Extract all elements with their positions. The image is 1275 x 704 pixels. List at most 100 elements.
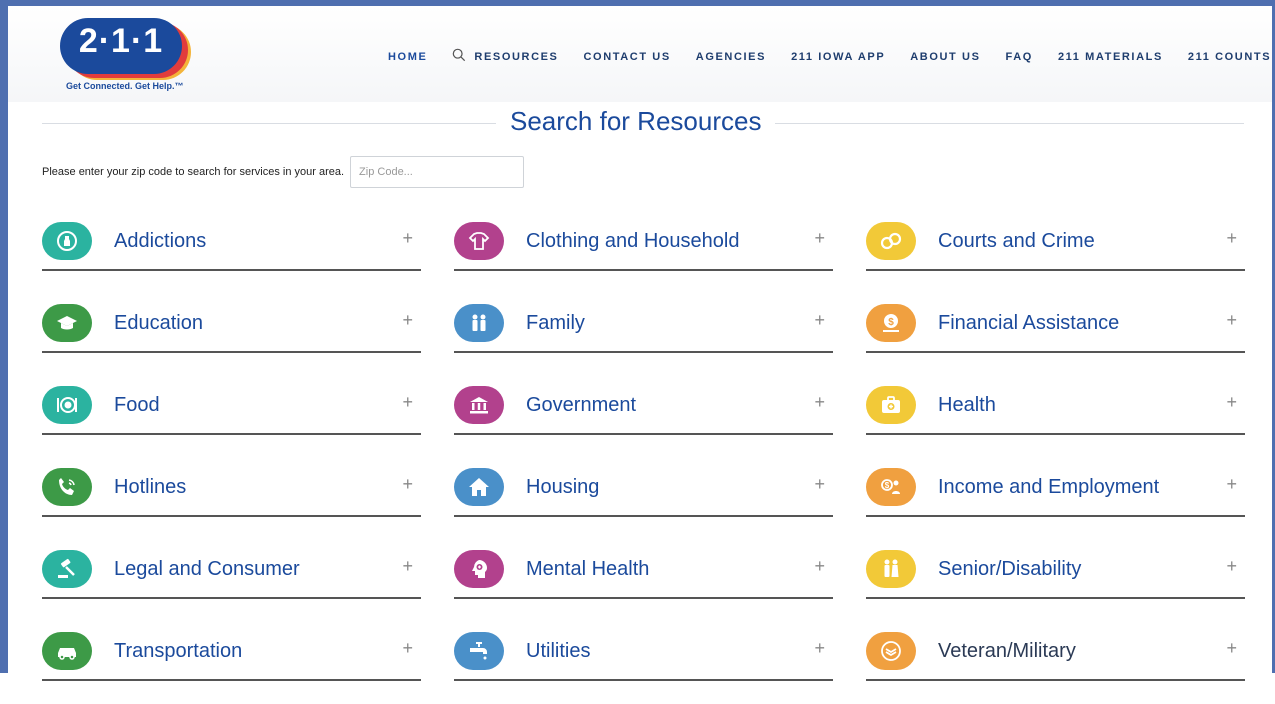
nav-item-label: AGENCIES <box>695 50 767 63</box>
category-divider <box>42 597 421 599</box>
phone-icon <box>42 468 92 506</box>
faucet-icon <box>454 632 504 670</box>
category-label: Addictions <box>114 230 207 252</box>
money-hand-icon: $ <box>866 304 916 342</box>
category-label: Government <box>526 394 637 416</box>
expand-plus-icon[interactable]: + <box>1226 556 1237 577</box>
category-housing[interactable]: Housing + <box>454 458 833 540</box>
expand-plus-icon[interactable]: + <box>402 474 413 495</box>
zip-search: Please enter your zip code to search for… <box>42 156 525 188</box>
nav-item-211-counts[interactable]: 211 COUNTS <box>1188 51 1271 63</box>
category-health[interactable]: Health + <box>866 376 1245 458</box>
nav-item-label: 211 COUNTS <box>1187 50 1272 63</box>
nav-item-contact-us[interactable]: CONTACT US <box>584 51 671 63</box>
category-label: Hotlines <box>114 476 187 498</box>
nav-item-faq[interactable]: FAQ <box>1006 51 1033 63</box>
category-hotlines[interactable]: Hotlines + <box>42 458 421 540</box>
expand-plus-icon[interactable]: + <box>1226 310 1237 331</box>
category-government[interactable]: Government + <box>454 376 833 458</box>
category-legal-and-consumer[interactable]: Legal and Consumer + <box>42 540 421 622</box>
svg-text:$: $ <box>888 317 894 328</box>
category-divider <box>454 351 833 353</box>
category-veteran-military[interactable]: Veteran/Military + <box>866 622 1245 704</box>
expand-plus-icon[interactable]: + <box>1226 474 1237 495</box>
zip-code-input[interactable] <box>350 156 525 188</box>
expand-plus-icon[interactable]: + <box>402 392 413 413</box>
category-divider <box>42 515 421 517</box>
nav-item-agencies[interactable]: AGENCIES <box>696 51 766 63</box>
expand-plus-icon[interactable]: + <box>402 228 413 249</box>
badge-icon <box>866 632 916 670</box>
senior-icon <box>866 550 916 588</box>
expand-plus-icon[interactable]: + <box>402 638 413 659</box>
category-label: Family <box>526 312 585 334</box>
bottle-icon <box>42 222 92 260</box>
expand-plus-icon[interactable]: + <box>402 310 413 331</box>
expand-plus-icon[interactable]: + <box>814 228 825 249</box>
head-icon <box>454 550 504 588</box>
category-label: Senior/Disability <box>938 558 1082 580</box>
category-divider <box>866 597 1245 599</box>
medkit-icon <box>866 386 916 424</box>
nav-item-label: 211 MATERIALS <box>1057 50 1163 63</box>
svg-text:$: $ <box>885 481 890 490</box>
nav-item-home[interactable]: HOME <box>388 51 427 63</box>
category-financial-assistance[interactable]: $ Financial Assistance + <box>866 294 1245 376</box>
nav-item-211-materials[interactable]: 211 MATERIALS <box>1058 51 1163 63</box>
category-label: Legal and Consumer <box>114 558 300 580</box>
expand-plus-icon[interactable]: + <box>1226 228 1237 249</box>
category-family[interactable]: Family + <box>454 294 833 376</box>
expand-plus-icon[interactable]: + <box>814 638 825 659</box>
category-divider <box>866 679 1245 681</box>
expand-plus-icon[interactable]: + <box>1226 638 1237 659</box>
category-label: Food <box>114 394 160 416</box>
category-label: Utilities <box>526 640 591 662</box>
shirt-icon <box>454 222 504 260</box>
nav-item-label: FAQ <box>1005 50 1033 63</box>
category-divider <box>454 597 833 599</box>
category-label: Financial Assistance <box>938 312 1120 334</box>
category-utilities[interactable]: Utilities + <box>454 622 833 704</box>
category-mental-health[interactable]: Mental Health + <box>454 540 833 622</box>
category-label: Veteran/Military <box>938 640 1076 662</box>
expand-plus-icon[interactable]: + <box>402 556 413 577</box>
section-header: Search for Resources <box>42 106 1244 140</box>
category-divider <box>42 679 421 681</box>
nav-item-label: RESOURCES <box>474 50 559 63</box>
category-label: Transportation <box>114 640 243 662</box>
category-clothing-and-household[interactable]: Clothing and Household + <box>454 212 833 294</box>
expand-plus-icon[interactable]: + <box>814 556 825 577</box>
category-transportation[interactable]: Transportation + <box>42 622 421 704</box>
category-label: Mental Health <box>526 558 650 580</box>
category-divider <box>866 269 1245 271</box>
site-logo[interactable]: 2·1·1 Get Connected. Get Help.™ <box>60 18 200 98</box>
expand-plus-icon[interactable]: + <box>814 474 825 495</box>
page-title: Search for Resources <box>496 106 776 137</box>
category-education[interactable]: Education + <box>42 294 421 376</box>
category-divider <box>866 351 1245 353</box>
nav-item-resources[interactable]: RESOURCES <box>452 48 558 65</box>
gavel-icon <box>42 550 92 588</box>
category-senior-disability[interactable]: Senior/Disability + <box>866 540 1245 622</box>
category-divider <box>454 679 833 681</box>
house-icon <box>454 468 504 506</box>
category-label: Clothing and Household <box>526 230 740 252</box>
nav-item-about-us[interactable]: ABOUT US <box>910 51 980 63</box>
graduation-cap-icon <box>42 304 92 342</box>
category-label: Courts and Crime <box>938 230 1095 252</box>
category-courts-and-crime[interactable]: Courts and Crime + <box>866 212 1245 294</box>
nav-item-211-iowa-app[interactable]: 211 IOWA APP <box>791 51 885 63</box>
category-income-and-employment[interactable]: $ Income and Employment + <box>866 458 1245 540</box>
site-header: 2·1·1 Get Connected. Get Help.™ HOME RESO… <box>8 6 1272 102</box>
category-food[interactable]: Food + <box>42 376 421 458</box>
category-divider <box>454 269 833 271</box>
category-label: Education <box>114 312 203 334</box>
expand-plus-icon[interactable]: + <box>1226 392 1237 413</box>
category-divider <box>866 433 1245 435</box>
search-icon <box>452 48 474 65</box>
expand-plus-icon[interactable]: + <box>814 310 825 331</box>
expand-plus-icon[interactable]: + <box>814 392 825 413</box>
category-divider <box>42 351 421 353</box>
window-frame-left <box>0 0 8 673</box>
category-addictions[interactable]: Addictions + <box>42 212 421 294</box>
